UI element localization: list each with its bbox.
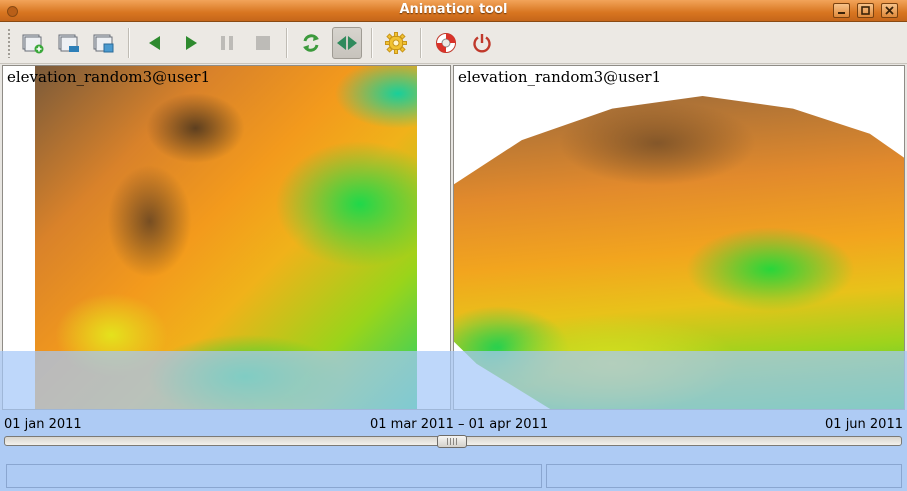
- play-backward-button[interactable]: [140, 27, 170, 59]
- play-backward-icon: [149, 36, 160, 50]
- settings-button[interactable]: [381, 27, 411, 59]
- status-cell-right: [546, 464, 902, 488]
- toolbar-separator: [128, 28, 130, 58]
- toolbar-separator: [286, 28, 288, 58]
- edit-view-icon: [93, 34, 114, 53]
- status-bar: [0, 461, 907, 491]
- timeline-panel: 01 jan 2011 01 mar 2011 – 01 apr 2011 01…: [0, 416, 907, 461]
- elevation-map-2d[interactable]: [35, 66, 417, 409]
- timeline-current-label: 01 mar 2011 – 01 apr 2011: [370, 417, 549, 432]
- remove-view-button[interactable]: [54, 27, 84, 59]
- stop-icon: [256, 36, 270, 50]
- gear-icon: [385, 32, 407, 54]
- toolbar-grip[interactable]: [7, 28, 11, 58]
- maximize-button[interactable]: [857, 3, 874, 18]
- toolbar: [0, 22, 907, 64]
- play-forward-button[interactable]: [176, 27, 206, 59]
- minimize-icon: [838, 12, 845, 14]
- power-icon: [473, 34, 491, 53]
- map-layer-label: elevation_random3@user1: [458, 68, 662, 86]
- bounce-icon: [337, 36, 357, 50]
- maximize-icon: [861, 6, 870, 15]
- time-slider-handle[interactable]: [437, 435, 467, 448]
- map-view-right[interactable]: elevation_random3@user1: [453, 65, 905, 410]
- edit-view-button[interactable]: [89, 27, 119, 59]
- elevation-map-3d[interactable]: [454, 96, 904, 409]
- pause-icon: [221, 36, 233, 50]
- add-view-button[interactable]: [18, 27, 48, 59]
- timeline-end-label: 01 jun 2011: [825, 417, 903, 432]
- bounce-button[interactable]: [332, 27, 362, 59]
- title-bar: Animation tool: [0, 0, 907, 22]
- status-cell-left: [6, 464, 542, 488]
- quit-button[interactable]: [467, 27, 497, 59]
- add-view-icon: [22, 34, 44, 54]
- close-button[interactable]: [881, 3, 898, 18]
- stop-button[interactable]: [248, 27, 278, 59]
- help-button[interactable]: [431, 27, 461, 59]
- loop-button[interactable]: [296, 27, 326, 59]
- toolbar-separator: [420, 28, 422, 58]
- map-layer-label: elevation_random3@user1: [7, 68, 211, 86]
- pause-button[interactable]: [212, 27, 242, 59]
- help-lifebuoy-icon: [436, 33, 456, 53]
- loop-icon: [303, 34, 319, 52]
- minimize-button[interactable]: [833, 3, 850, 18]
- close-icon: [885, 6, 894, 15]
- timeline-start-label: 01 jan 2011: [4, 417, 82, 432]
- window-title: Animation tool: [399, 2, 508, 17]
- toolbar-separator: [371, 28, 373, 58]
- remove-view-icon: [58, 34, 79, 52]
- map-view-left[interactable]: elevation_random3@user1: [2, 65, 451, 410]
- play-forward-icon: [186, 36, 197, 50]
